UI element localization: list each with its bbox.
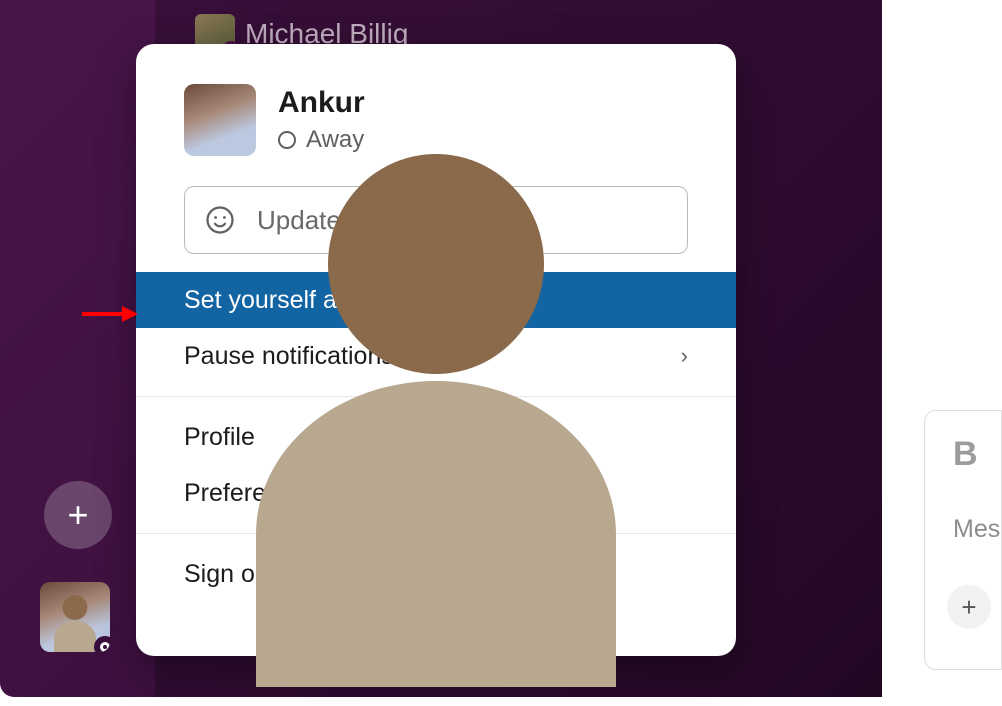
profile-label: Profile xyxy=(184,423,255,452)
compose-new-button[interactable]: + xyxy=(44,481,112,549)
smiley-icon xyxy=(205,205,235,235)
self-avatar-button[interactable] xyxy=(40,582,110,652)
plus-icon: + xyxy=(67,494,88,536)
chevron-right-icon: › xyxy=(681,343,688,369)
bold-format-button[interactable]: B xyxy=(953,435,1001,474)
popover-header: Ankur Away xyxy=(136,44,736,176)
attachment-plus-button[interactable]: + xyxy=(947,585,991,629)
message-composer[interactable]: B Mes + xyxy=(924,410,1002,670)
message-input-placeholder: Mes xyxy=(953,515,1000,544)
presence-away-icon xyxy=(278,131,296,149)
pause-notifications-label: Pause notifications xyxy=(184,342,394,371)
presence-indicator-away-icon xyxy=(94,636,110,652)
user-display-name: Ankur xyxy=(278,86,365,120)
plus-icon: + xyxy=(961,592,976,623)
message-pane: B Mes + xyxy=(882,0,1002,706)
callout-arrow-icon xyxy=(82,306,138,322)
presence-label: Away xyxy=(306,126,364,154)
user-menu-popover: Ankur Away Update your status Set yourse… xyxy=(136,44,736,656)
user-avatar xyxy=(184,84,256,156)
